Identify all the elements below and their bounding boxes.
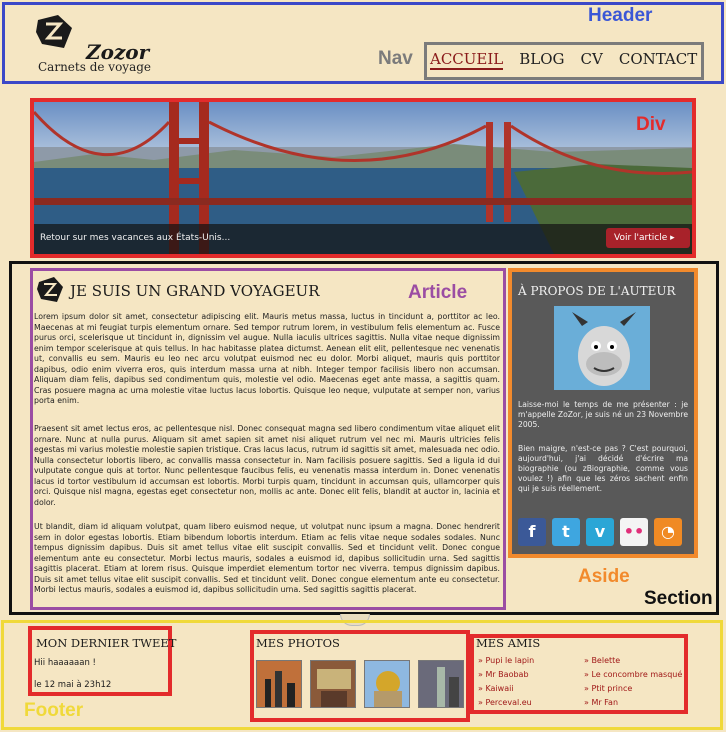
article-paragraph-3: Ut blandit, diam id aliquam volutpat, qu… [34,522,500,594]
photo-thumbnail[interactable] [310,660,356,708]
rss-icon[interactable]: ◔ [654,518,682,546]
main-nav: ACCUEIL BLOG CV CONTACT [430,50,697,70]
aside-intro-text: Laisse-moi le temps de me présenter : je… [518,400,688,429]
banner-caption: Retour sur mes vacances aux États-Unis..… [40,233,231,243]
photos-title: MES PHOTOS [256,636,340,650]
nav-item-cv[interactable]: CV [581,50,603,70]
friend-link[interactable]: Mr Baobab [478,670,528,679]
author-avatar [554,306,650,390]
tweet-title: MON DERNIER TWEET [36,636,177,650]
tweet-date: le 12 mai à 23h12 [34,680,112,690]
article-annotation-label: Article [408,282,468,303]
nav-item-accueil[interactable]: ACCUEIL [430,50,504,70]
photo-thumbnail[interactable] [256,660,302,708]
aside-annotation-label: Aside [578,566,630,587]
logo-tagline: Carnets de voyage [38,60,152,74]
article-title: JE SUIS UN GRAND VOYAGEUR [70,282,320,300]
friend-link[interactable]: Pupi le lapin [478,656,534,665]
friend-link[interactable]: Ptit prince [584,684,632,693]
view-article-button[interactable]: Voir l'article ▸ [606,228,690,248]
friend-link[interactable]: Kaiwaii [478,684,513,693]
nav-annotation-label: Nav [378,48,413,69]
div-annotation-label: Div [636,114,666,135]
logo-icon[interactable] [34,14,74,50]
article-paragraph-1: Lorem ipsum dolor sit amet, consectetur … [34,312,500,405]
article-logo-icon [37,277,63,302]
friend-link[interactable]: Belette [584,656,620,665]
friend-link[interactable]: Mr Fan [584,698,618,707]
friend-link[interactable]: Le concombre masqué [584,670,682,679]
friend-link[interactable]: Perceval.eu [478,698,531,707]
photo-thumbnail[interactable] [364,660,410,708]
nav-item-blog[interactable]: BLOG [519,50,564,70]
facebook-icon[interactable]: f [518,518,546,546]
header-annotation-label: Header [588,5,653,26]
friends-title: MES AMIS [476,636,541,650]
tweet-text: Hii haaaaaan ! [34,658,96,668]
article-paragraph-2: Praesent sit amet lectus eros, ac pellen… [34,424,500,507]
zozor-avatar-icon [554,306,650,390]
flickr-icon[interactable]: •• [620,518,648,546]
photo-thumbnail[interactable] [418,660,464,708]
aside-title: À PROPOS DE L'AUTEUR [518,284,676,298]
nav-item-contact[interactable]: CONTACT [619,50,697,70]
aside-bio-text: Bien maigre, n'est-ce pas ? C'est pourqu… [518,444,688,493]
twitter-icon[interactable]: t [552,518,580,546]
footer-annotation-label: Footer [24,700,84,721]
section-annotation-label: Section [644,588,713,609]
vimeo-icon[interactable]: v [586,518,614,546]
